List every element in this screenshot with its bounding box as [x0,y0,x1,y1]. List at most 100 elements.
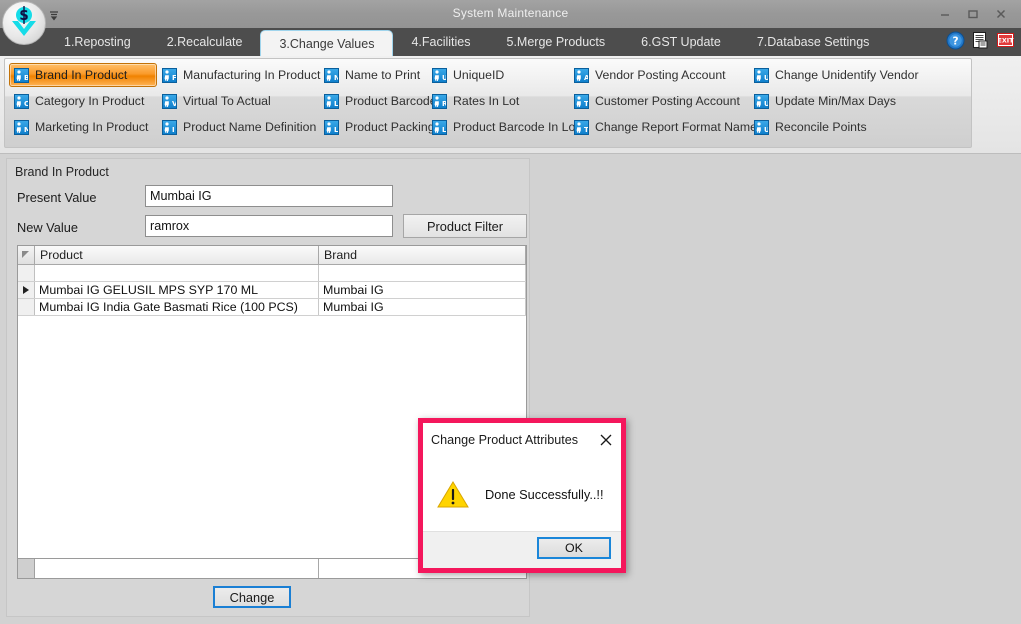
svg-text:C: C [24,100,28,108]
ribbon-item-label: Product Name Definition [183,120,317,134]
svg-text:F: F [172,74,176,82]
cell-product[interactable] [35,265,319,281]
new-value-input[interactable] [145,215,393,237]
ribbon-item-change-unidentify-vendor[interactable]: U Change Unidentify Vendor [749,63,929,87]
svg-text:N: N [334,74,338,82]
dialog-body: Done Successfully..!! [423,457,621,531]
new-value-label: New Value [17,220,78,235]
table-row[interactable]: Mumbai IG India Gate Basmati Rice (100 P… [18,299,526,316]
svg-text:U: U [764,100,768,108]
close-icon[interactable] [597,431,615,449]
ribbon-item-marketing-in-product[interactable]: M Marketing In Product [9,115,157,139]
row-selector[interactable] [18,299,35,315]
present-value-label: Present Value [17,190,97,205]
ribbon-item-uniqueid[interactable]: U UniqueID [427,63,569,87]
tab-recalculate[interactable]: 2.Recalculate [149,28,261,56]
ribbon-panel: B Brand In Product F Manufacturing In Pr… [0,56,1021,154]
maximize-button[interactable] [959,3,987,25]
help-icon[interactable]: ? [946,31,965,50]
svg-text:?: ? [952,36,958,48]
ribbon-item-vendor-posting-account[interactable]: A Vendor Posting Account [569,63,749,87]
ribbon-item-product-barcode-in-lot[interactable]: L Product Barcode In Lot [427,115,579,139]
ribbon-item-product-barcode[interactable]: L Product Barcode [319,89,437,113]
window-controls [931,3,1015,25]
person-u-icon: U [432,67,447,83]
svg-text:R: R [442,100,446,108]
ribbon-item-brand-in-product[interactable]: B Brand In Product [9,63,157,87]
title-bar: System Maintenance [0,0,1021,28]
ribbon-item-category-in-product[interactable]: C Category In Product [9,89,157,113]
tab-change-values[interactable]: 3.Change Values [260,30,394,56]
person-l-icon: L [324,93,339,109]
tab-merge-products[interactable]: 5.Merge Products [489,28,624,56]
panel-title: Brand In Product [15,165,109,179]
dialog-footer: OK [423,531,621,568]
table-row[interactable]: Mumbai IG GELUSIL MPS SYP 170 ML Mumbai … [18,282,526,299]
svg-text:V: V [172,100,176,108]
ribbon-item-label: Vendor Posting Account [595,68,726,82]
grid-column-product[interactable]: Product [35,246,319,264]
ribbon-item-label: Change Unidentify Vendor [775,68,919,82]
tab-strip: 1.Reposting 2.Recalculate 3.Change Value… [0,28,1021,56]
ribbon-item-virtual-to-actual[interactable]: V Virtual To Actual [157,89,319,113]
row-selector[interactable] [18,265,35,281]
cell-product[interactable]: Mumbai IG GELUSIL MPS SYP 170 ML [35,282,319,298]
person-u-icon: U [754,93,769,109]
person-t-icon: T [574,119,589,135]
ribbon-item-change-report-format-name[interactable]: T Change Report Format Name [569,115,757,139]
ribbon-item-label: Manufacturing In Product [183,68,321,82]
svg-text:M: M [24,126,28,134]
ribbon-item-label: Brand In Product [35,68,128,82]
ribbon-item-label: Product Barcode In Lot [453,120,579,134]
ribbon-item-label: Name to Print [345,68,421,82]
svg-text:L: L [334,126,338,134]
person-v-icon: V [162,93,177,109]
table-row[interactable] [18,265,526,282]
ribbon-item-name-to-print[interactable]: N Name to Print [319,63,427,87]
new-row-product-cell[interactable] [35,559,319,578]
svg-text:B: B [24,74,28,82]
report-icon[interactable] [971,31,990,50]
person-l-icon: L [324,119,339,135]
app-logo-icon[interactable]: S [2,1,46,45]
ribbon-item-label: Reconcile Points [775,120,867,134]
exit-icon[interactable]: EXIT [996,31,1015,50]
ribbon-item-reconcile-points[interactable]: U Reconcile Points [749,115,929,139]
tab-list: 1.Reposting 2.Recalculate 3.Change Value… [46,28,887,56]
minimize-button[interactable] [931,3,959,25]
product-filter-button[interactable]: Product Filter [403,214,527,238]
ribbon-item-label: Rates In Lot [453,94,520,108]
close-button[interactable] [987,3,1015,25]
application-window: System Maintenance S [0,0,1021,624]
row-selector-current[interactable] [18,282,35,298]
cell-brand[interactable]: Mumbai IG [319,299,526,315]
ribbon-item-rates-in-lot[interactable]: R Rates In Lot [427,89,569,113]
person-m-icon: M [14,119,29,135]
ribbon-item-product-packing[interactable]: L Product Packing [319,115,435,139]
ribbon-command-grid: B Brand In Product F Manufacturing In Pr… [4,58,972,148]
ribbon-item-manufacturing-in-product[interactable]: F Manufacturing In Product [157,63,321,87]
cell-brand[interactable] [319,265,526,281]
quick-access-dropdown-icon[interactable] [47,8,61,21]
tab-gst-update[interactable]: 6.GST Update [623,28,739,56]
change-button[interactable]: Change [213,586,291,608]
svg-text:U: U [764,126,768,134]
ribbon-item-customer-posting-account[interactable]: T Customer Posting Account [569,89,749,113]
tab-facilities[interactable]: 4.Facilities [393,28,488,56]
tab-reposting[interactable]: 1.Reposting [46,28,149,56]
ok-button[interactable]: OK [537,537,611,559]
grid-column-brand[interactable]: Brand [319,246,526,264]
cell-brand[interactable]: Mumbai IG [319,282,526,298]
ribbon-item-label: Customer Posting Account [595,94,740,108]
ribbon-item-label: Product Packing [345,120,435,134]
svg-text:L: L [334,100,338,108]
ribbon-item-label: UniqueID [453,68,505,82]
person-u-icon: U [754,67,769,83]
tab-database-settings[interactable]: 7.Database Settings [739,28,888,56]
new-row-selector[interactable] [18,559,35,578]
ribbon-item-update-min-max-days[interactable]: U Update Min/Max Days [749,89,929,113]
grid-corner-selector-icon[interactable] [18,246,35,264]
present-value-input[interactable] [145,185,393,207]
ribbon-item-product-name-definition[interactable]: I Product Name Definition [157,115,319,139]
cell-product[interactable]: Mumbai IG India Gate Basmati Rice (100 P… [35,299,319,315]
